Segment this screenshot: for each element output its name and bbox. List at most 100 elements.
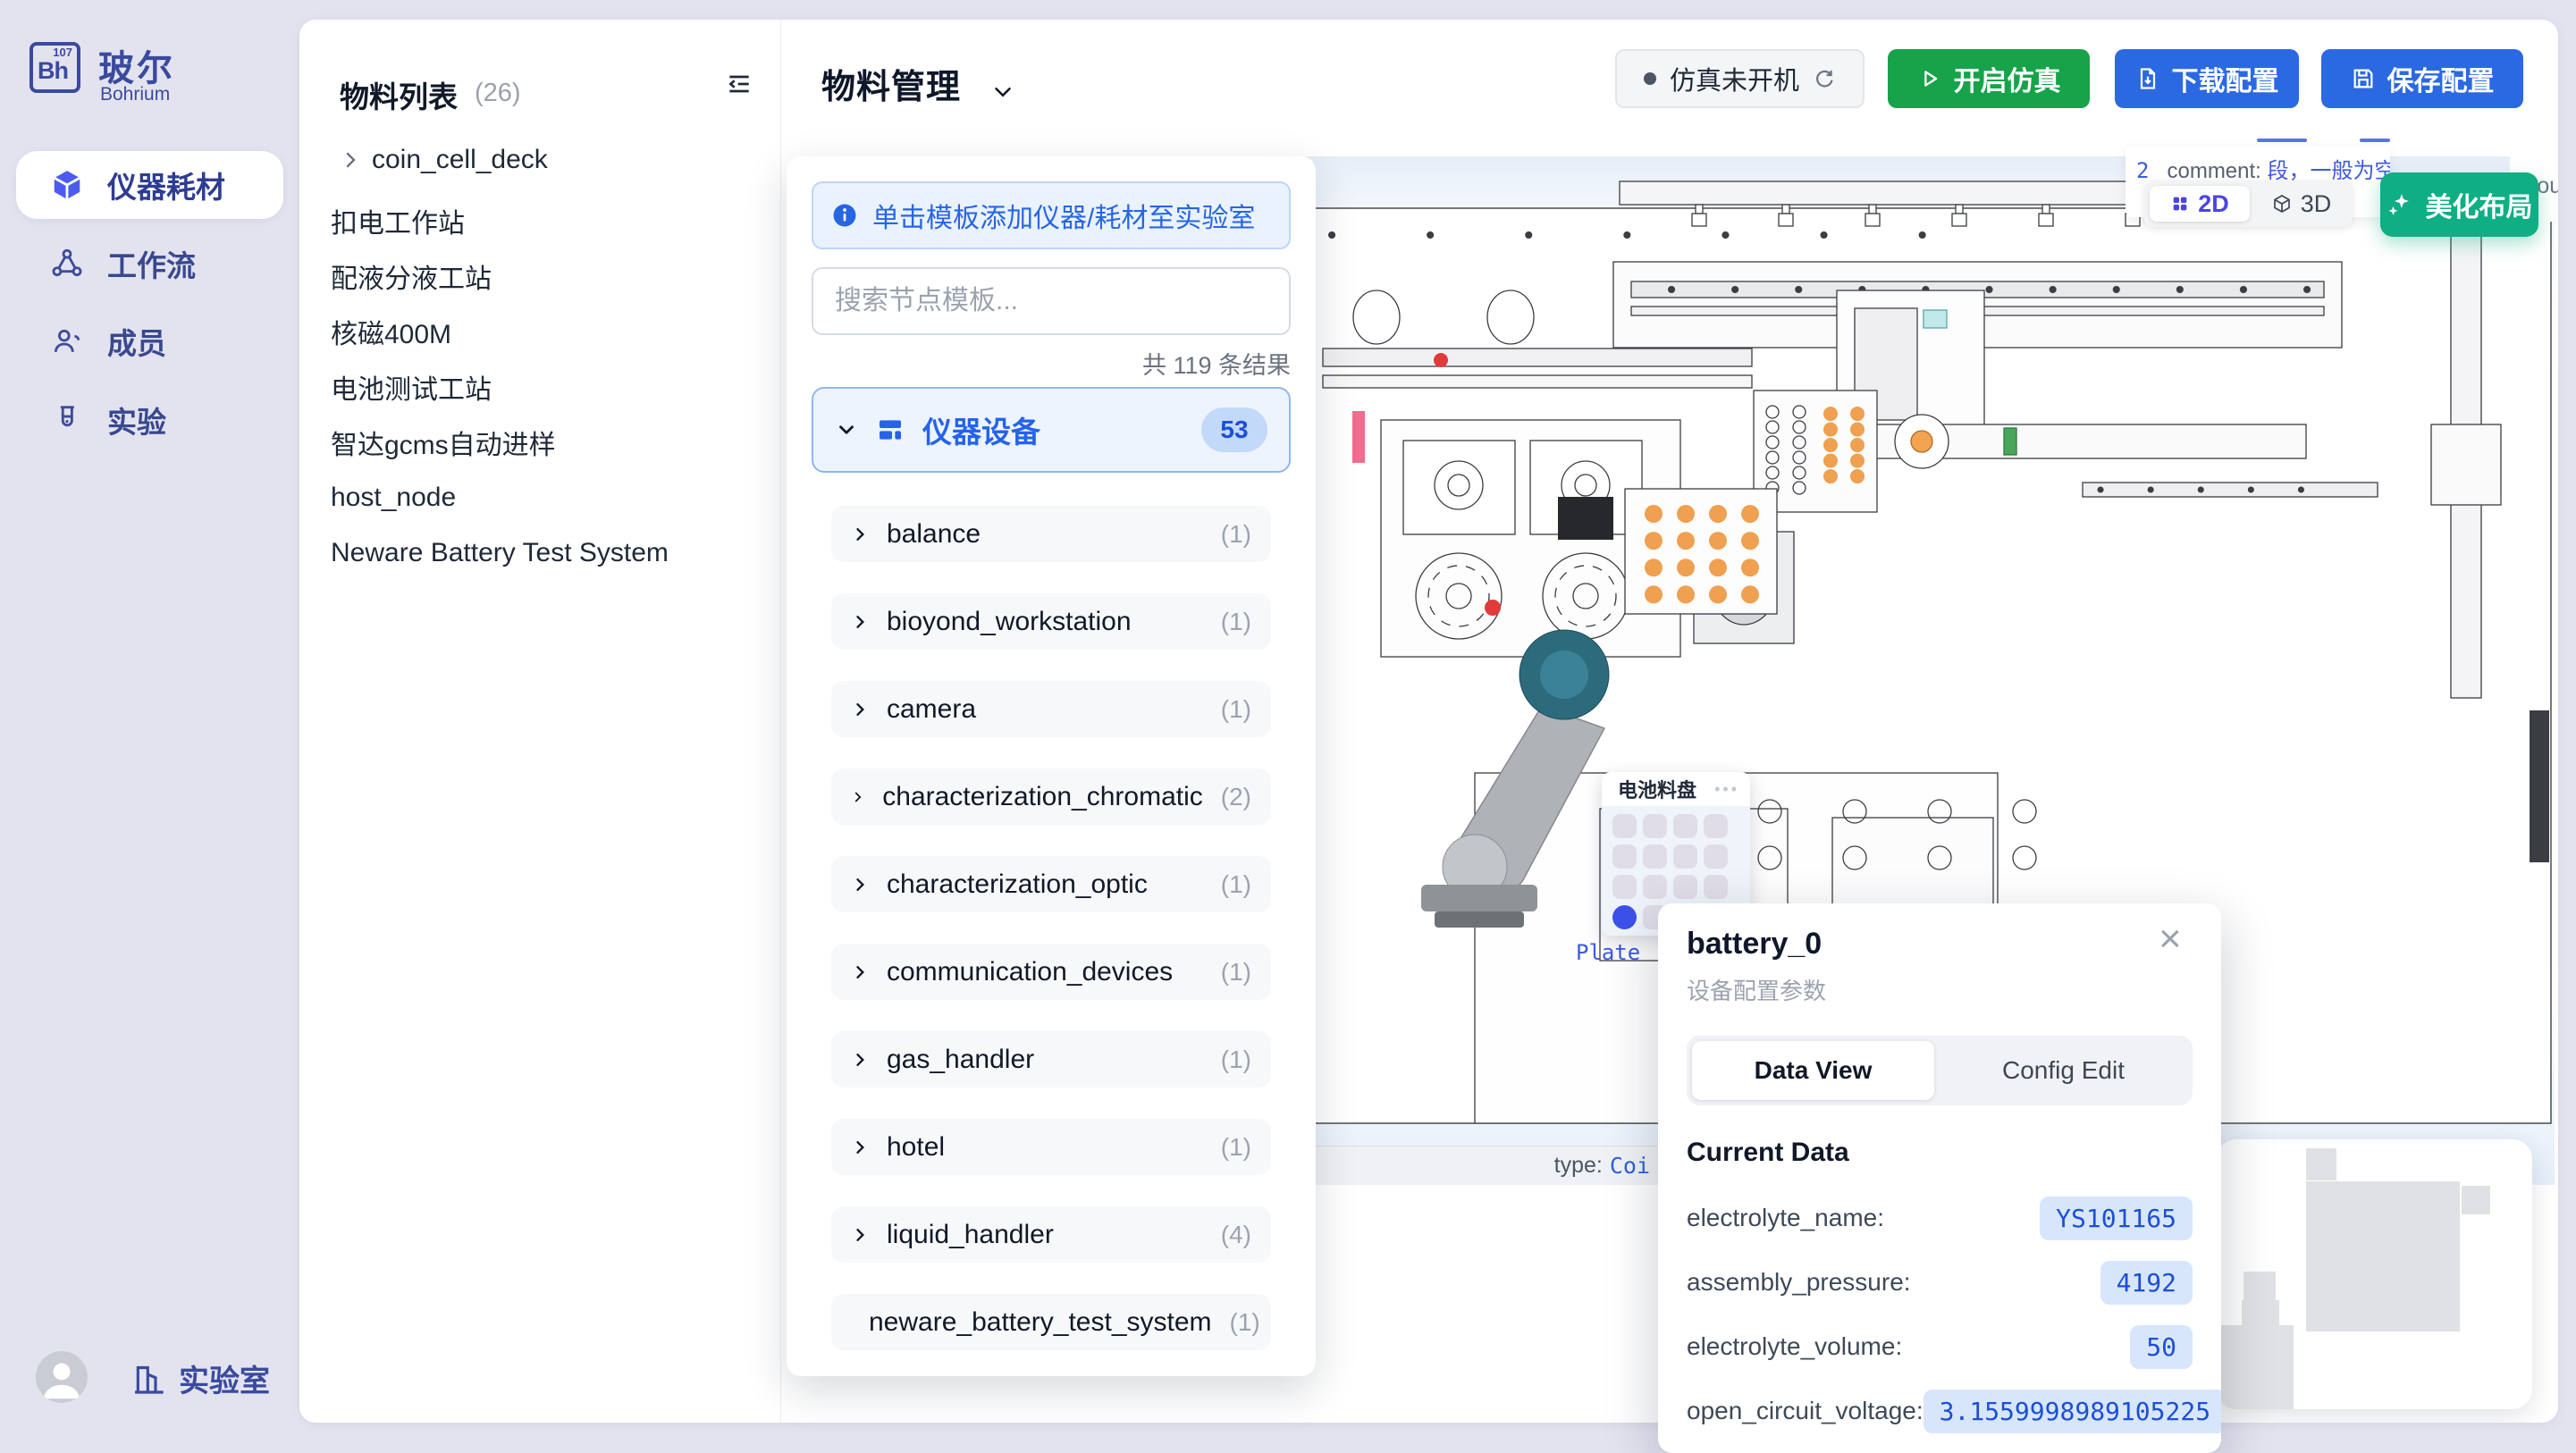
members-icon xyxy=(50,324,84,358)
chevron-right-icon xyxy=(851,788,864,806)
template-item[interactable]: bioyond_workstation(1) xyxy=(831,593,1271,650)
close-icon[interactable]: × xyxy=(2159,920,2182,959)
beautify-layout-button[interactable]: 美化布局 xyxy=(2380,172,2538,237)
table-row: electrolyte_volume: 50 xyxy=(1687,1314,2193,1379)
button-label: 开启仿真 xyxy=(1954,59,2061,98)
list-item[interactable]: host_node xyxy=(331,470,669,525)
chevron-right-icon xyxy=(340,149,361,171)
sidebar: 107 Bh 玻尔 Bohrium 仪器耗材 工作流 成员 实验 实验室 xyxy=(0,0,299,1453)
value-chip: 50 xyxy=(2130,1325,2193,1369)
template-item[interactable]: communication_devices(1) xyxy=(831,944,1271,1000)
sidebar-item-label: 工作流 xyxy=(107,242,196,285)
plate-label: Plate xyxy=(1576,940,1640,965)
building-icon xyxy=(130,1361,166,1397)
value-chip: YS101165 xyxy=(2040,1197,2193,1240)
selected-battery-slot[interactable] xyxy=(1612,905,1637,929)
bohrium-logo: 107 Bh xyxy=(29,42,80,93)
template-item[interactable]: characterization_chromatic(2) xyxy=(831,768,1271,825)
sidebar-item-label: 实验 xyxy=(107,399,166,441)
cube-icon xyxy=(50,168,84,202)
status-text: 仿真未开机 xyxy=(1670,60,1799,97)
list-item[interactable]: 扣电工作站 xyxy=(331,193,669,248)
template-item[interactable]: balance(1) xyxy=(831,506,1271,562)
lab-label: 实验室 xyxy=(179,1356,270,1400)
result-count: 共 119 条结果 xyxy=(812,346,1291,381)
list-item[interactable]: 电池测试工站 xyxy=(331,359,669,415)
collapse-panel-icon[interactable] xyxy=(725,70,753,98)
sidebar-item-lab[interactable]: 实验室 xyxy=(130,1356,270,1400)
template-item[interactable]: liquid_handler(4) xyxy=(831,1206,1271,1263)
sidebar-item-members[interactable]: 成员 xyxy=(16,307,283,375)
table-row: open_circuit_voltage: 3.1559998989105225 xyxy=(1687,1379,2193,1443)
toggle-label: 2D xyxy=(2198,190,2229,218)
value-chip: 4192 xyxy=(2100,1261,2193,1305)
toggle-2d-button[interactable]: 2D xyxy=(2150,186,2250,222)
grid-2d-icon xyxy=(2170,194,2190,214)
category-count-badge: 53 xyxy=(1201,407,1267,452)
download-file-icon xyxy=(2135,66,2160,91)
save-config-button[interactable]: 保存配置 xyxy=(2321,49,2523,108)
chevron-right-icon xyxy=(851,613,869,631)
list-item[interactable]: 核磁400M xyxy=(331,304,669,359)
tray-header: 电池料盘 ••• xyxy=(1602,772,1750,806)
sidebar-item-label: 成员 xyxy=(107,320,166,363)
materials-title: 物料列表 xyxy=(340,73,458,116)
toggle-label: 3D xyxy=(2301,190,2332,218)
chevron-right-icon xyxy=(851,963,869,981)
template-item[interactable]: camera(1) xyxy=(831,681,1271,737)
start-simulation-button[interactable]: 开启仿真 xyxy=(1888,49,2090,108)
highlight-dash xyxy=(2360,139,2390,142)
category-instruments[interactable]: 仪器设备 53 xyxy=(812,387,1291,473)
save-icon xyxy=(2351,66,2376,91)
comment-key: _comment: xyxy=(2155,159,2261,183)
device-config-popup: battery_0 × 设备配置参数 Data View Config Edit… xyxy=(1658,903,2221,1453)
table-row: data_electrolyte_code: LG000014 xyxy=(1687,1443,2193,1453)
tree-node-coin-cell-deck[interactable]: coin_cell_deck xyxy=(340,145,548,175)
template-item[interactable]: gas_handler(1) xyxy=(831,1031,1271,1088)
refresh-icon[interactable] xyxy=(1813,67,1836,90)
avatar[interactable] xyxy=(36,1351,88,1403)
list-item[interactable]: 智达gcms自动进样 xyxy=(331,415,669,470)
sidebar-item-experiments[interactable]: 实验 xyxy=(16,386,283,454)
info-icon xyxy=(831,202,858,229)
chevron-down-icon xyxy=(835,418,858,441)
chevron-down-icon[interactable] xyxy=(989,79,1016,105)
toggle-3d-button[interactable]: 3D xyxy=(2250,190,2353,218)
template-item[interactable]: characterization_optic(1) xyxy=(831,856,1271,912)
play-icon xyxy=(1917,66,1942,91)
category-label: 仪器设备 xyxy=(922,408,1183,451)
chevron-right-icon xyxy=(851,876,869,894)
type-value: Coi xyxy=(1610,1153,1650,1179)
chevron-right-icon xyxy=(851,525,869,543)
template-item[interactable]: hotel(1) xyxy=(831,1119,1271,1175)
workflow-icon xyxy=(50,247,84,281)
popup-title: battery_0 xyxy=(1687,927,1822,962)
view-mode-toggle: 2D 3D xyxy=(2144,181,2353,227)
status-dot-icon xyxy=(1644,72,1656,85)
sidebar-item-instruments[interactable]: 仪器耗材 xyxy=(16,151,283,219)
download-config-button[interactable]: 下载配置 xyxy=(2115,49,2299,108)
popup-tabs: Data View Config Edit xyxy=(1687,1036,2193,1105)
list-item[interactable]: 配液分液工站 xyxy=(331,248,669,304)
sidebar-item-label: 仪器耗材 xyxy=(107,164,225,206)
list-item[interactable]: Neware Battery Test System xyxy=(331,525,669,581)
page-title: 物料管理 xyxy=(821,59,961,108)
highlight-dash xyxy=(2257,139,2307,142)
tab-config-edit[interactable]: Config Edit xyxy=(1934,1056,2193,1085)
materials-count: (26) xyxy=(475,79,521,108)
battery-plate-4x4 xyxy=(1625,489,1777,614)
hint-banner[interactable]: 单击模板添加仪器/耗材至实验室 xyxy=(812,181,1291,249)
more-options-icon[interactable]: ••• xyxy=(1714,780,1739,799)
chevron-right-icon xyxy=(851,701,869,718)
template-item[interactable]: neware_battery_test_system(1) xyxy=(831,1294,1271,1350)
button-label: 下载配置 xyxy=(2172,59,2279,98)
brand-name-en: Bohrium xyxy=(100,84,170,105)
minimap[interactable] xyxy=(2217,1139,2532,1409)
search-input[interactable] xyxy=(812,267,1291,335)
comment-value: 段，一般为空，stat xyxy=(2268,159,2390,183)
tab-data-view[interactable]: Data View xyxy=(1692,1041,1934,1100)
tree-node-label: coin_cell_deck xyxy=(372,145,548,175)
sidebar-item-workflow[interactable]: 工作流 xyxy=(16,230,283,298)
logo-symbol: Bh xyxy=(38,59,72,82)
comment-prefix: 2 xyxy=(2136,158,2149,183)
